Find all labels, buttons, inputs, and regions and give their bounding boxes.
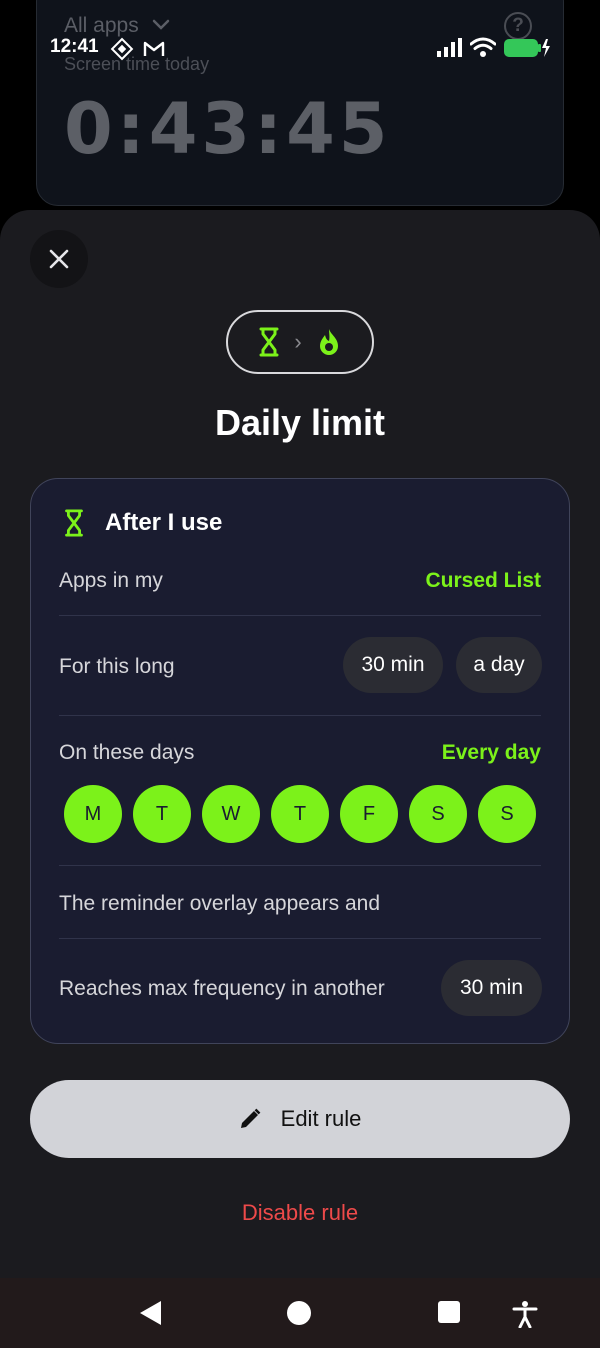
app-list-link[interactable]: Cursed List bbox=[425, 569, 541, 593]
duration-chip[interactable]: 30 min bbox=[343, 637, 443, 693]
gmail-icon bbox=[143, 41, 165, 56]
battery-charging-icon bbox=[504, 39, 550, 57]
divider bbox=[59, 715, 541, 716]
hourglass-icon bbox=[65, 509, 83, 537]
period-chip[interactable]: a day bbox=[456, 637, 542, 693]
hourglass-icon bbox=[259, 327, 279, 357]
close-icon bbox=[49, 249, 69, 269]
max-frequency-label: Reaches max frequency in another bbox=[59, 977, 385, 1000]
apps-row-label: Apps in my bbox=[59, 569, 163, 592]
app-notification-icon bbox=[110, 37, 134, 61]
flame-icon bbox=[319, 329, 338, 355]
day-toggle-thursday[interactable]: T bbox=[271, 785, 329, 843]
screen-time-counter: 0:43:45 bbox=[64, 88, 392, 170]
day-toggle-saturday[interactable]: S bbox=[409, 785, 467, 843]
disable-rule-button[interactable]: Disable rule bbox=[0, 1200, 600, 1226]
rule-trigger-header: After I use bbox=[63, 509, 222, 537]
status-time: 12:41 bbox=[50, 36, 99, 57]
close-button[interactable] bbox=[30, 230, 88, 288]
pencil-icon bbox=[240, 1108, 261, 1128]
divider bbox=[59, 938, 541, 939]
rule-type-indicator: › bbox=[226, 310, 374, 374]
signal-icon bbox=[437, 38, 462, 57]
day-toggle-wednesday[interactable]: W bbox=[202, 785, 260, 843]
weekday-selector: M T W T F S S bbox=[64, 785, 536, 845]
edit-rule-label: Edit rule bbox=[280, 1106, 362, 1131]
system-navigation-bar bbox=[0, 1278, 600, 1348]
home-icon[interactable] bbox=[286, 1300, 312, 1326]
recents-icon[interactable] bbox=[437, 1300, 461, 1324]
days-summary[interactable]: Every day bbox=[442, 741, 541, 765]
divider bbox=[59, 865, 541, 866]
day-toggle-monday[interactable]: M bbox=[64, 785, 122, 843]
day-toggle-friday[interactable]: F bbox=[340, 785, 398, 843]
chevron-right-icon: › bbox=[294, 329, 302, 354]
duration-row-label: For this long bbox=[59, 655, 175, 678]
day-toggle-tuesday[interactable]: T bbox=[133, 785, 191, 843]
rule-card: After I use Apps in my Cursed List For t… bbox=[30, 478, 570, 1044]
accessibility-icon[interactable] bbox=[512, 1300, 538, 1328]
sheet-title: Daily limit bbox=[214, 402, 386, 443]
rule-trigger-label: After I use bbox=[105, 509, 223, 536]
status-bar: 12:41 bbox=[0, 30, 600, 66]
rule-details-sheet: › Daily limit After I use Apps in my Cur… bbox=[0, 210, 600, 1278]
day-toggle-sunday[interactable]: S bbox=[478, 785, 536, 843]
back-icon[interactable] bbox=[138, 1300, 164, 1326]
reminder-row-label: The reminder overlay appears and bbox=[59, 892, 381, 915]
divider bbox=[59, 615, 541, 616]
days-row-label: On these days bbox=[59, 741, 195, 764]
max-frequency-chip[interactable]: 30 min bbox=[441, 960, 542, 1016]
edit-rule-button[interactable]: Edit rule bbox=[30, 1080, 570, 1158]
wifi-icon bbox=[470, 37, 496, 57]
